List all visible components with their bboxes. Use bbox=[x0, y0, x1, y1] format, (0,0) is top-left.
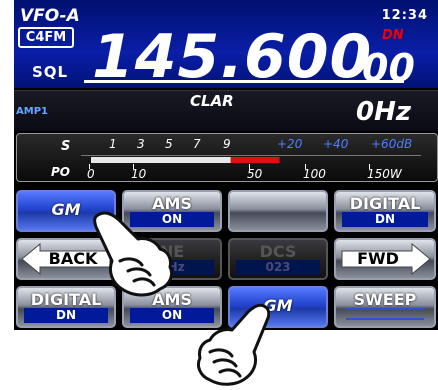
s-scale: 1 3 5 7 9 +20 +40 +60dB bbox=[109, 137, 412, 151]
po-tick-label: 100 bbox=[303, 167, 326, 181]
po-tick-mark bbox=[133, 164, 134, 169]
dcs-button[interactable]: DCS 023 bbox=[228, 238, 328, 280]
digital-status: DN bbox=[342, 212, 428, 227]
dcs-value: 023 bbox=[236, 260, 320, 275]
radio-display: VFO-A 12:34 C4FM SQL 145.600 00 DN AMP1 … bbox=[14, 0, 438, 330]
po-tick-mark bbox=[249, 164, 250, 169]
s-tick-label: 7 bbox=[193, 137, 201, 151]
sql-label: SQL bbox=[32, 63, 69, 81]
s-tick-label: 9 bbox=[223, 137, 231, 151]
amp-label: AMP1 bbox=[16, 106, 48, 117]
clock: 12:34 bbox=[381, 8, 428, 23]
sweep-lines bbox=[346, 308, 424, 320]
po-label: PO bbox=[51, 165, 70, 179]
digital-label: DIGITAL bbox=[349, 194, 421, 213]
clar-offset-value: 0Hz bbox=[356, 97, 411, 127]
s-bar-normal bbox=[91, 157, 231, 163]
s-tick-label: 1 bbox=[109, 137, 117, 151]
frequency-sub-digits: 00 bbox=[362, 46, 415, 90]
s-tick-label: +60dB bbox=[371, 137, 412, 151]
s-tick-label: 5 bbox=[165, 137, 173, 151]
s-level-bar bbox=[91, 157, 280, 163]
po-tick-mark bbox=[369, 164, 370, 169]
po-scale: 0 10 50 100 150W bbox=[87, 164, 403, 181]
blank-button[interactable] bbox=[228, 190, 328, 232]
meter-graphic: S PO 1 3 5 7 9 +20 +40 +60dB 0 10 50 100 150W bbox=[51, 137, 421, 181]
po-tick-label: 150W bbox=[367, 167, 403, 181]
frequency-display[interactable]: 145.600 bbox=[92, 26, 372, 88]
pointing-hand-icon bbox=[196, 303, 270, 386]
clar-label: CLAR bbox=[190, 92, 234, 110]
po-tick-label: 10 bbox=[131, 167, 147, 181]
digital-status-2: DN bbox=[24, 308, 108, 323]
s-label: S bbox=[61, 139, 70, 154]
sweep-button[interactable]: SWEEP bbox=[334, 286, 436, 328]
dcs-label: DCS bbox=[259, 242, 297, 261]
s-bar-peak bbox=[230, 157, 280, 163]
s-po-meter: S PO 1 3 5 7 9 +20 +40 +60dB 0 10 50 100 150W bbox=[16, 133, 438, 182]
po-tick-label: 50 bbox=[247, 167, 263, 181]
sweep-label: SWEEP bbox=[353, 290, 417, 309]
vfo-label: VFO-A bbox=[20, 6, 80, 26]
fwd-label: FWD bbox=[357, 249, 399, 268]
meter-divider bbox=[81, 155, 421, 156]
s-tick-label: +40 bbox=[323, 137, 349, 151]
s-tick-label: +20 bbox=[277, 137, 303, 151]
po-tick-mark bbox=[89, 164, 90, 169]
pointing-hand-icon bbox=[93, 211, 174, 297]
mode-badge: C4FM bbox=[18, 27, 74, 48]
fwd-button[interactable]: FWD bbox=[334, 238, 436, 280]
digital-dn-button[interactable]: DIGITAL DN bbox=[334, 190, 436, 232]
po-tick-label: 0 bbox=[87, 167, 95, 181]
s-tick-label: 3 bbox=[137, 137, 145, 151]
po-tick-mark bbox=[305, 164, 306, 169]
dn-indicator: DN bbox=[382, 28, 404, 43]
